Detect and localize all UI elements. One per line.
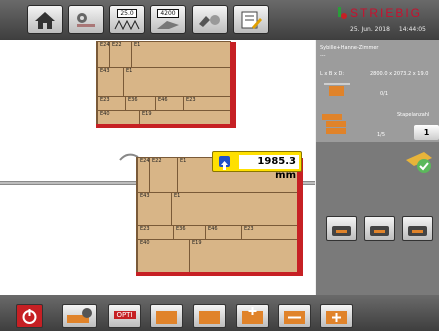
part-label: E23 [137, 226, 173, 239]
plank: E43 E1 [137, 193, 297, 226]
tools-button[interactable] [192, 5, 228, 34]
gear-icon [67, 308, 92, 323]
part-label: E43 [137, 193, 171, 225]
clamp-right-button[interactable] [402, 216, 433, 241]
confirm-icon [406, 152, 432, 173]
top-stack: E24 E22 E1 E43 E1 E23 E36 E46 E23 E40 E1… [96, 41, 236, 128]
list-edit-icon [241, 11, 262, 29]
info-panel: Sybille+Hanne-Zimmer --- L x B x D: 2800… [316, 40, 439, 295]
clamp-left-button[interactable] [326, 216, 357, 241]
stack-count-label: Stapelanzahl [397, 112, 430, 118]
saw-icon [114, 19, 140, 30]
part-label: E24 [137, 158, 150, 192]
time-text: 14:44:05 [398, 26, 426, 33]
waste-strip [136, 272, 303, 276]
main-stack: E24 E22 E1 E43 E1 E23 E36 E46 E23 E40 E1… [136, 157, 303, 276]
datetime: 25. Jun. 2018 14:44:05 [350, 26, 426, 33]
saw-setting-value: 25.0 [117, 9, 137, 18]
home-button[interactable] [27, 5, 63, 34]
maintenance-icon [338, 7, 347, 19]
part-label: E19 [189, 240, 297, 274]
stack-count-stepper[interactable]: 1 [414, 125, 439, 140]
part-label: E43 [97, 68, 123, 96]
opti-button[interactable]: OPTI [108, 304, 141, 328]
stack-icon [322, 114, 346, 134]
up-arrow-icon [219, 156, 230, 170]
board-button[interactable] [193, 304, 226, 328]
part-label: E1 [171, 193, 297, 225]
part-label: E36 [173, 226, 205, 239]
waste-strip [297, 158, 303, 272]
part-label: E23 [97, 97, 125, 110]
clamp-middle-button[interactable] [364, 216, 395, 241]
job-title: Sybille+Hanne-Zimmer [320, 45, 379, 51]
gear-stack-icon [77, 12, 95, 27]
brand-name: STRIEBIG [350, 6, 423, 20]
waste-strip [230, 42, 236, 124]
part-label: E23 [183, 97, 230, 110]
date-text: 25. Jun. 2018 [350, 26, 390, 33]
part-label: E24 [97, 42, 110, 67]
plank: E40 E19 [137, 240, 297, 274]
minus-icon [284, 311, 305, 324]
power-icon [22, 309, 37, 324]
plus-button[interactable] [320, 304, 353, 328]
home-icon [35, 11, 55, 29]
top-toolbar: 25.0 4200 STRIEBIG 25. Jun. 2018 14:44:0… [0, 0, 439, 40]
measurement-value: 1985.3 mm [239, 155, 299, 181]
folder-icon [156, 311, 177, 324]
brand-logo: STRIEBIG [336, 6, 422, 20]
part-label: E46 [205, 226, 241, 239]
open-folder-button[interactable] [150, 304, 183, 328]
saw-setting-button[interactable]: 25.0 [109, 5, 145, 34]
add-icon [242, 307, 263, 324]
job-subtitle: --- [320, 53, 326, 59]
machine-settings-button[interactable] [62, 304, 97, 328]
stack-count-value: 1 [423, 128, 430, 137]
length-setting-value: 4200 [157, 9, 179, 18]
list-button[interactable] [233, 5, 269, 34]
part-label: E36 [125, 97, 155, 110]
tools-icon [199, 14, 220, 27]
waste-strip [96, 124, 236, 128]
part-label: E1 [131, 42, 230, 67]
part-label: E46 [155, 97, 183, 110]
stack-position: 1/5 [377, 132, 386, 138]
plank: E23 E36 E46 E23 [97, 97, 230, 111]
dims-value: 2800.0 x 2073.2 x 19.0 [370, 71, 429, 77]
part-label: E40 [137, 240, 189, 274]
plus-icon [326, 311, 347, 324]
minus-button[interactable] [278, 304, 311, 328]
opti-label: OPTI [113, 311, 136, 319]
part-label: E22 [149, 158, 177, 192]
clamp-icon [408, 226, 427, 236]
part-label: E22 [109, 42, 131, 67]
measurement-display: 1985.3 mm [212, 151, 302, 181]
plank: E43 E1 [97, 68, 230, 97]
part-label: E1 [123, 68, 230, 96]
board-dimension-icon [324, 83, 350, 96]
settings-button[interactable] [68, 5, 104, 34]
clamp-icon [370, 226, 389, 236]
dims-label: L x B x D: [320, 71, 345, 77]
part-label: E23 [241, 226, 297, 239]
panel-icon [157, 21, 179, 29]
length-setting-button[interactable]: 4200 [150, 5, 186, 34]
plank: E23 E36 E46 E23 [137, 226, 297, 240]
clamp-icon [332, 226, 351, 236]
piece-count: 0/1 [380, 91, 389, 97]
add-board-button[interactable] [236, 304, 269, 328]
plank: E24 E22 E1 [97, 42, 230, 68]
power-button[interactable] [16, 304, 43, 328]
board-icon [199, 311, 220, 324]
